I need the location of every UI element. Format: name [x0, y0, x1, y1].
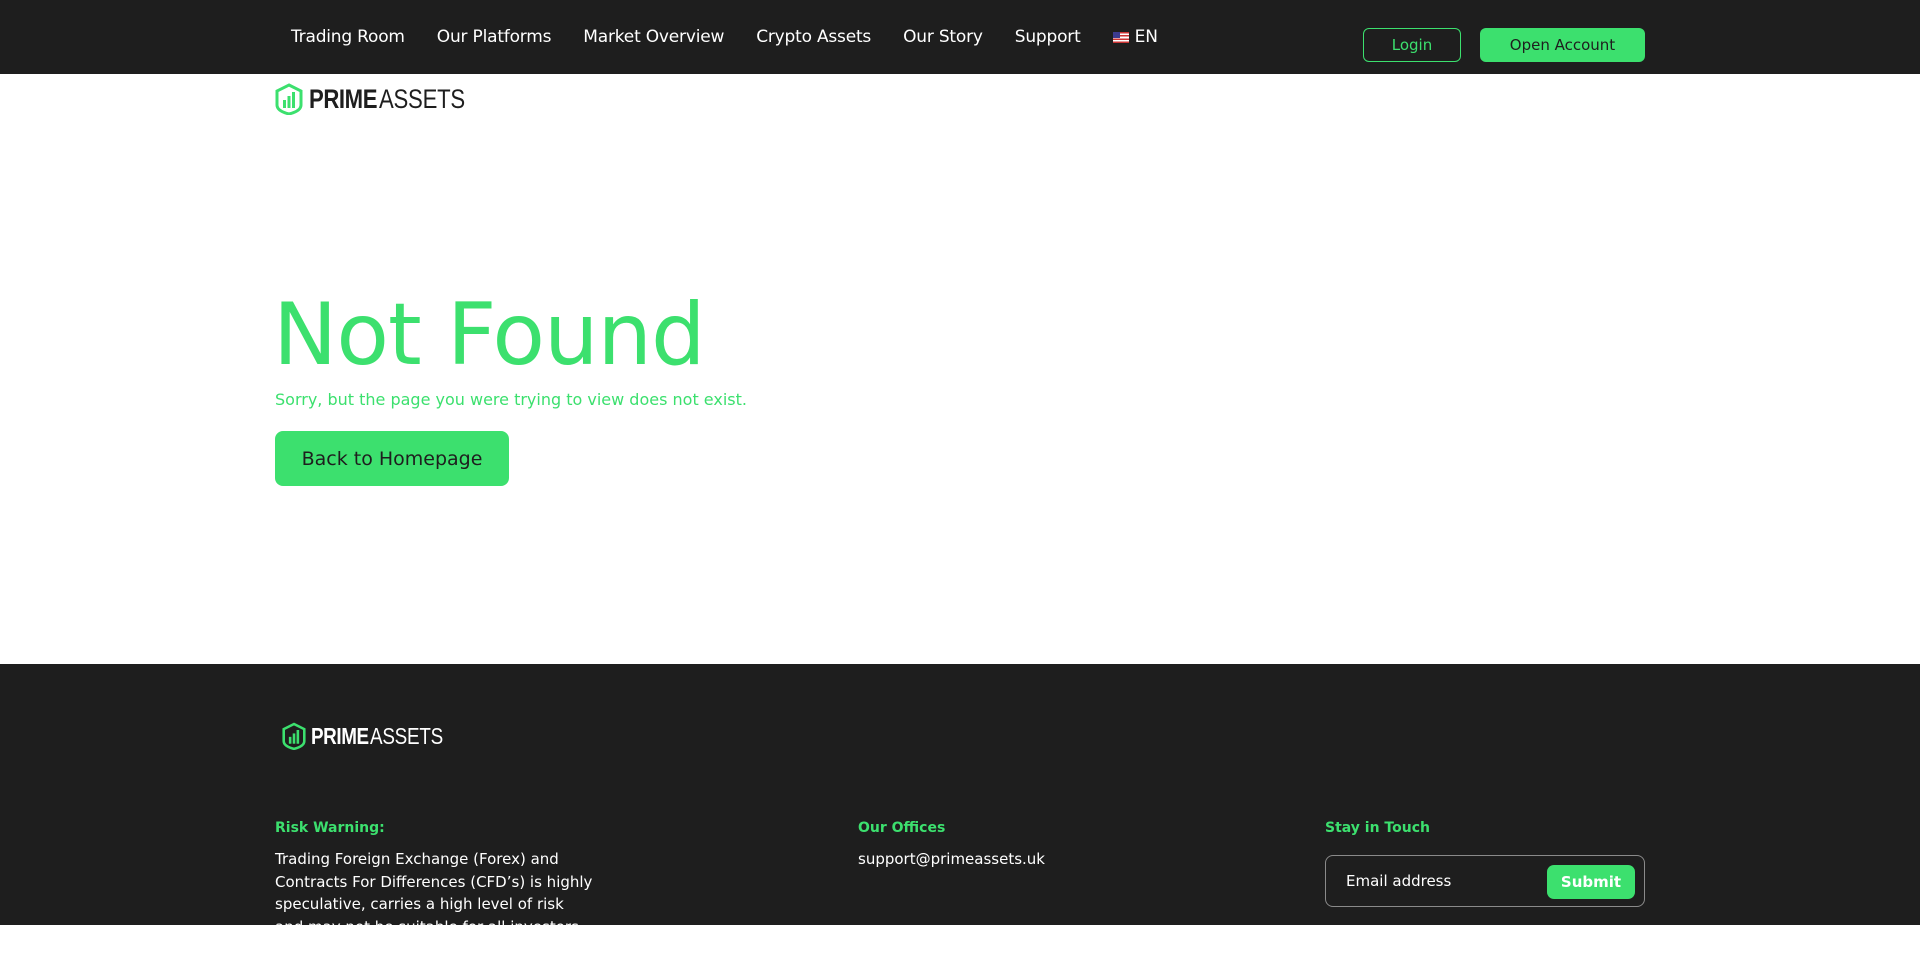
stay-in-touch-heading: Stay in Touch	[1325, 820, 1430, 836]
nav-crypto-assets[interactable]: Crypto Assets	[756, 27, 871, 47]
submit-button[interactable]: Submit	[1547, 865, 1635, 899]
login-button[interactable]: Login	[1363, 28, 1461, 62]
risk-warning-heading: Risk Warning:	[275, 820, 385, 836]
footer: PRIME ASSETS Risk Warning: Trading Forei…	[0, 664, 1920, 958]
logo-text-assets: ASSETS	[379, 83, 465, 114]
language-selector[interactable]: EN	[1112, 27, 1159, 47]
nav-our-story[interactable]: Our Story	[903, 27, 983, 47]
support-email-link[interactable]: support@primeassets.uk	[858, 848, 1045, 871]
main-nav: Trading Room Our Platforms Market Overvi…	[291, 0, 1158, 74]
nav-support[interactable]: Support	[1015, 27, 1081, 47]
logo-text-prime: PRIME	[309, 83, 378, 114]
us-flag-icon	[1112, 31, 1129, 43]
logo-text-assets: ASSETS	[370, 722, 444, 749]
footer-brand-logo[interactable]: PRIME ASSETS	[282, 722, 459, 750]
brand-logo[interactable]: PRIME ASSETS	[275, 83, 484, 115]
language-label: EN	[1134, 27, 1159, 47]
logo-text-prime: PRIME	[311, 722, 369, 749]
risk-warning-text: Trading Foreign Exchange (Forex) and Con…	[275, 850, 593, 958]
bar-chart-shield-icon	[275, 83, 303, 115]
back-to-homepage-button[interactable]: Back to Homepage	[275, 431, 509, 486]
nav-market-overview[interactable]: Market Overview	[583, 27, 724, 47]
top-navigation-bar: Trading Room Our Platforms Market Overvi…	[0, 0, 1920, 74]
offices-heading: Our Offices	[858, 820, 946, 836]
email-input[interactable]	[1346, 868, 1536, 894]
nav-our-platforms[interactable]: Our Platforms	[437, 27, 552, 47]
nav-trading-room[interactable]: Trading Room	[291, 27, 405, 47]
newsletter-form: Submit	[1325, 855, 1645, 907]
page-title: Not Found	[273, 285, 706, 385]
open-account-button[interactable]: Open Account	[1480, 28, 1645, 62]
page-subtitle: Sorry, but the page you were trying to v…	[275, 390, 747, 409]
bar-chart-shield-icon	[282, 722, 306, 750]
